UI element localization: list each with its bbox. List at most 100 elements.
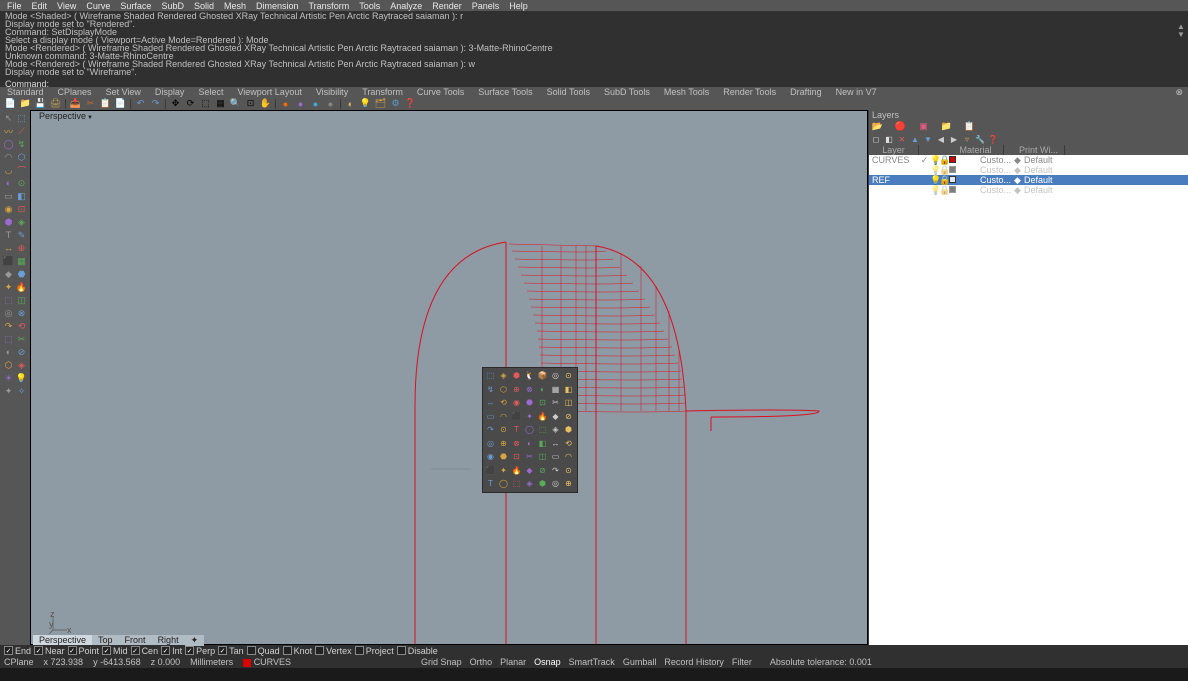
palette-tool-24[interactable]: ✦ (524, 411, 535, 422)
palette-tool-46[interactable]: ◫ (537, 451, 548, 462)
palette-tool-13[interactable]: ◧ (563, 384, 574, 395)
zoomext-icon[interactable]: ⊡ (244, 97, 257, 110)
layer-row[interactable]: REF💡🔒Custo...◆Default (869, 175, 1188, 185)
layer-row[interactable]: CURVES✓💡🔒Custo...◆Default (869, 155, 1188, 165)
layer-view-icon[interactable]: 📂 (871, 120, 884, 133)
layer-lock-icon[interactable]: 🔒 (939, 185, 948, 196)
pan-icon[interactable]: ✋ (259, 97, 272, 110)
tool-icon-3-0[interactable]: ◠ (3, 151, 15, 163)
undo-icon[interactable]: ↶ (134, 97, 147, 110)
tab-curve-tools[interactable]: Curve Tools (410, 87, 471, 97)
sb-mode-gumball[interactable]: Gumball (623, 657, 657, 667)
tool-icon-5-0[interactable]: ◐ (3, 177, 15, 189)
cplane-icon[interactable]: ▦ (214, 97, 227, 110)
shade2-icon[interactable]: ● (294, 97, 307, 110)
new-sublayer-icon[interactable]: ◧ (884, 134, 894, 144)
light-icon[interactable]: 💡 (359, 97, 372, 110)
vp-tab-right[interactable]: Right (152, 635, 185, 645)
layers-icon[interactable]: 🗂 (374, 97, 387, 110)
palette-tool-62[interactable]: ⊕ (563, 478, 574, 489)
palette-tool-8[interactable]: ⬡ (498, 384, 509, 395)
palette-tool-14[interactable]: ↔ (485, 397, 496, 408)
import-icon[interactable]: 📥 (69, 97, 82, 110)
palette-tool-48[interactable]: ◠ (563, 451, 574, 462)
palette-tool-21[interactable]: ▭ (485, 411, 496, 422)
palette-tool-40[interactable]: ↔ (550, 438, 561, 449)
palette-tool-57[interactable]: ◯ (498, 478, 509, 489)
tool-icon-4-0[interactable]: ◡ (3, 164, 15, 176)
palette-tool-11[interactable]: ◐ (537, 384, 548, 395)
tab-subd-tools[interactable]: SubD Tools (597, 87, 657, 97)
scroll-arrows[interactable]: ▲▼ (1176, 23, 1186, 39)
palette-tool-4[interactable]: 📦 (537, 370, 548, 381)
tool-icon-9-0[interactable]: T (3, 229, 15, 241)
osnap-quad[interactable]: Quad (247, 646, 280, 656)
tool-icon-7-1[interactable]: ⊡ (16, 203, 28, 215)
help-icon[interactable]: ❓ (404, 97, 417, 110)
palette-tool-35[interactable]: ◎ (485, 438, 496, 449)
layer-material[interactable]: Custo... (957, 165, 1013, 175)
layer-material[interactable]: Custo... (957, 175, 1013, 185)
palette-tool-17[interactable]: ⬣ (524, 397, 535, 408)
new-icon[interactable]: 📄 (4, 97, 17, 110)
tool-icon-9-1[interactable]: ✎ (16, 229, 28, 241)
tool-icon-8-1[interactable]: ◈ (16, 216, 28, 228)
osnap-cen[interactable]: ✓Cen (131, 646, 159, 656)
tool-icon-14-0[interactable]: ⬚ (3, 294, 15, 306)
tool-icon-17-1[interactable]: ✂ (16, 333, 28, 345)
tool-icon-11-0[interactable]: ⬛ (3, 255, 15, 267)
palette-tool-22[interactable]: ◠ (498, 411, 509, 422)
tool-icon-2-1[interactable]: ↯ (16, 138, 28, 150)
menu-surface[interactable]: Surface (115, 1, 156, 11)
tool-icon-10-0[interactable]: ↔ (3, 242, 15, 254)
palette-tool-33[interactable]: ◈ (550, 424, 561, 435)
sb-mode-planar[interactable]: Planar (500, 657, 526, 667)
tool-icon-21-1[interactable]: ✧ (16, 385, 28, 397)
shade1-icon[interactable]: ● (279, 97, 292, 110)
menu-analyze[interactable]: Analyze (385, 1, 427, 11)
tool-icon-18-1[interactable]: ⊘ (16, 346, 28, 358)
tool-icon-2-0[interactable]: ◯ (3, 138, 15, 150)
tool-icon-6-1[interactable]: ◧ (16, 190, 28, 202)
sb-units[interactable]: Millimeters (190, 657, 233, 667)
shade3-icon[interactable]: ● (309, 97, 322, 110)
palette-tool-38[interactable]: ◐ (524, 438, 535, 449)
tool-icon-16-1[interactable]: ⟲ (16, 320, 28, 332)
tool-icon-5-1[interactable]: ⊙ (16, 177, 28, 189)
layer-row[interactable]: 💡🔒Custo...◆Default (869, 165, 1188, 175)
right-icon[interactable]: ▶ (949, 134, 959, 144)
tab-render-tools[interactable]: Render Tools (716, 87, 783, 97)
layer-linetype-icon[interactable]: ◆ (1013, 165, 1022, 176)
layer-printwidth[interactable]: Default (1022, 175, 1074, 185)
col-layer[interactable]: Layer (869, 145, 919, 155)
palette-tool-59[interactable]: ◈ (524, 478, 535, 489)
menu-curve[interactable]: Curve (81, 1, 115, 11)
rotate-icon[interactable]: ⟳ (184, 97, 197, 110)
palette-tool-49[interactable]: ⬛ (485, 465, 496, 476)
palette-tool-53[interactable]: ⊘ (537, 465, 548, 476)
tool-icon-13-1[interactable]: 🔥 (16, 281, 28, 293)
palette-tool-34[interactable]: ⬢ (563, 424, 574, 435)
sb-layer[interactable]: CURVES (243, 657, 291, 667)
palette-tool-32[interactable]: ⬚ (537, 424, 548, 435)
tab-cplanes[interactable]: CPlanes (51, 87, 99, 97)
palette-tool-47[interactable]: ▭ (550, 451, 561, 462)
tool-icon-4-1[interactable]: ⌒ (16, 164, 28, 176)
palette-tool-61[interactable]: ◎ (550, 478, 561, 489)
tab-set-view[interactable]: Set View (99, 87, 148, 97)
layer-printwidth[interactable]: Default (1022, 165, 1074, 175)
col-material[interactable]: Material (948, 145, 1004, 155)
new-layer-icon[interactable]: ◻ (871, 134, 881, 144)
layer-row[interactable]: 💡🔒Custo...◆Default (869, 185, 1188, 195)
layer-printwidth[interactable]: Default (1022, 155, 1074, 165)
paste-icon[interactable]: 📄 (114, 97, 127, 110)
tool-icon-0-1[interactable]: ⬚ (16, 112, 28, 124)
layer-linetype-icon[interactable]: ◆ (1013, 185, 1022, 196)
layer-visible-icon[interactable]: ✓ (919, 155, 930, 166)
tool-icon-1-1[interactable]: ⟋ (16, 125, 28, 137)
osnap-disable[interactable]: Disable (397, 646, 438, 656)
tool-icon-8-0[interactable]: ⬢ (3, 216, 15, 228)
tool-icon-19-0[interactable]: ⬡ (3, 359, 15, 371)
group-icon[interactable]: ⬚ (199, 97, 212, 110)
vp-tab-perspective[interactable]: Perspective (33, 635, 92, 645)
